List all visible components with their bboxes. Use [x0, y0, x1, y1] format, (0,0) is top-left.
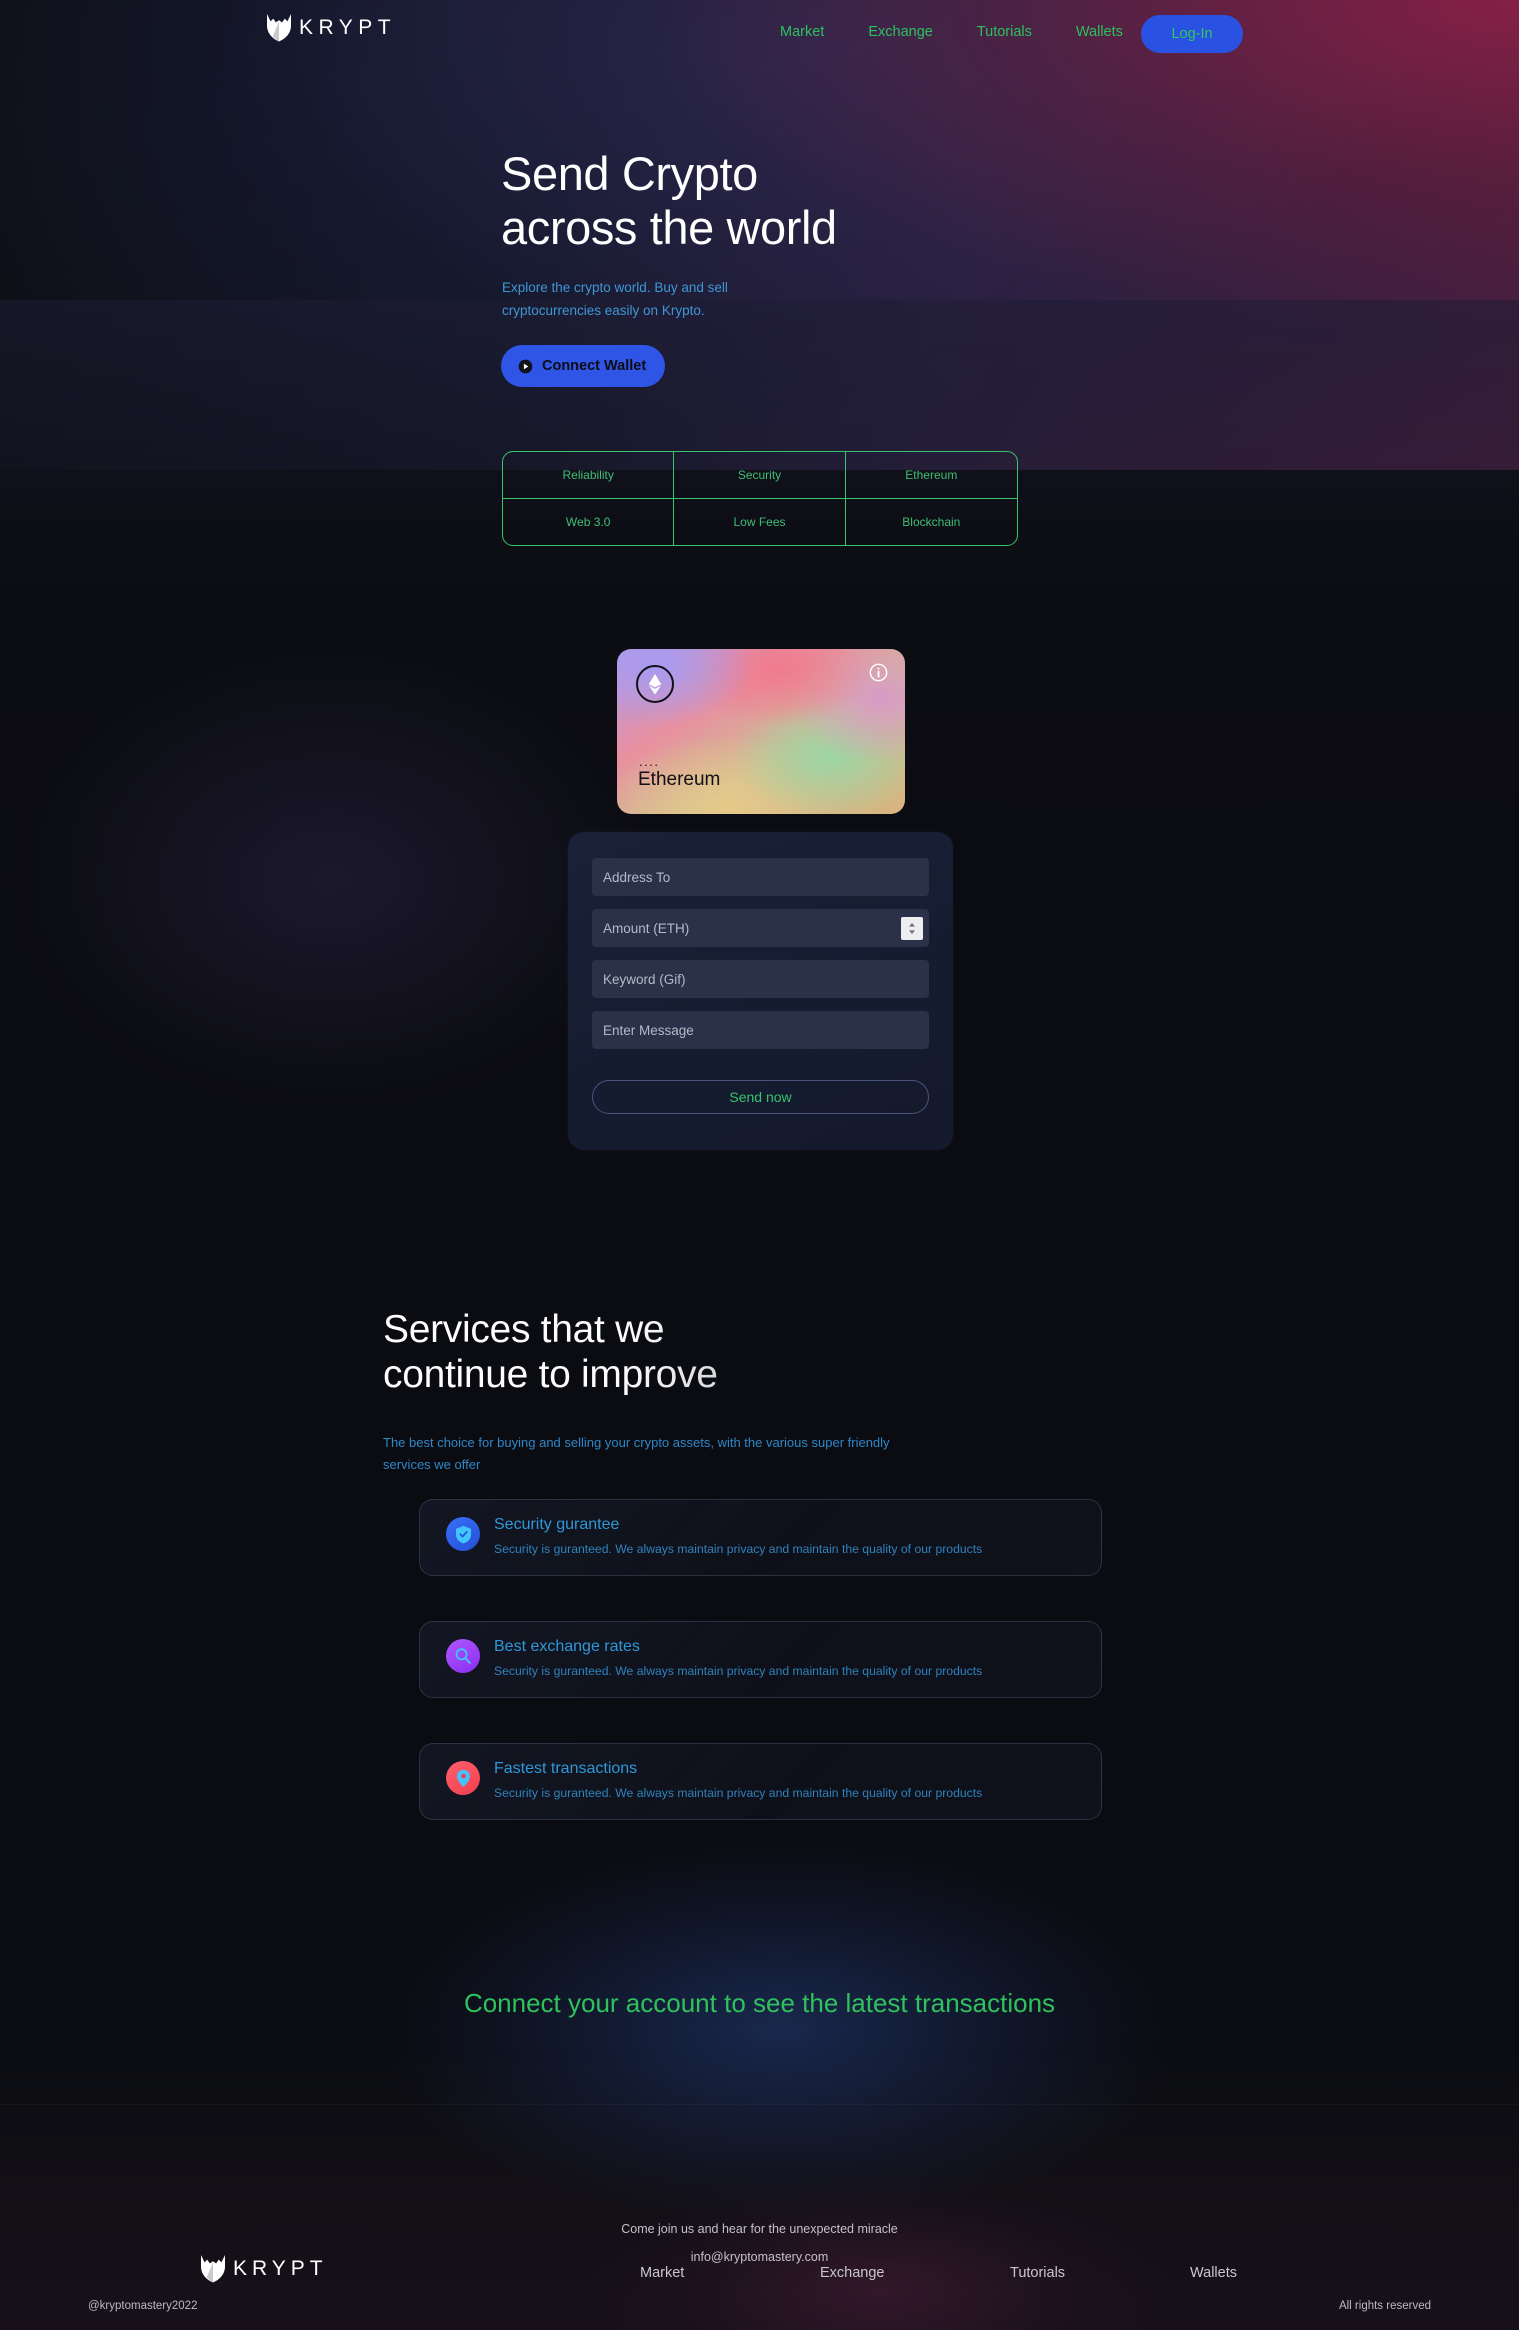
ethereum-badge	[636, 665, 674, 703]
send-transaction-form: Send now	[568, 832, 953, 1150]
service-title: Fastest transactions	[494, 1760, 638, 1777]
feature-cell-security[interactable]: Security	[674, 452, 846, 499]
nav-link-tutorials[interactable]: Tutorials	[955, 24, 1054, 40]
services-title-line-2: continue to improve	[383, 1352, 718, 1396]
service-card-security[interactable]: Security gurantee Security is guranteed.…	[419, 1499, 1102, 1576]
hero-title-line-1: Send Crypto	[501, 147, 758, 200]
amount-stepper[interactable]	[901, 917, 923, 940]
footer-copyright-left: @kryptomastery2022	[88, 2300, 198, 2312]
hero-subtitle: Explore the crypto world. Buy and sell c…	[502, 280, 728, 318]
search-magnifier-icon	[455, 1648, 471, 1664]
footer-link-wallets[interactable]: Wallets	[1190, 2265, 1237, 2281]
ethereum-card-name: Ethereum	[638, 769, 721, 790]
ethereum-diamond-icon	[648, 673, 662, 695]
navbar: KRYPT Market Exchange Tutorials Wallets …	[0, 0, 1519, 70]
service-card-body: Fastest transactions Security is gurante…	[494, 1760, 1077, 1803]
transactions-heading: Connect your account to see the latest t…	[463, 1988, 1056, 2018]
footer-copyright-right: All rights reserved	[1338, 2300, 1431, 2312]
search-magnifier-icon-wrap	[446, 1639, 480, 1673]
services-title-line-1: Services that we	[383, 1308, 665, 1351]
connect-wallet-button[interactable]: Connect Wallet	[501, 345, 665, 387]
nav-links: Market Exchange Tutorials Wallets	[758, 24, 1145, 40]
services-subtitle: The best choice for buying and selling y…	[383, 1435, 890, 1473]
krypt-mask-logo-icon	[267, 14, 291, 42]
address-to-input[interactable]	[592, 858, 929, 896]
footer-link-tutorials[interactable]: Tutorials	[1010, 2265, 1190, 2281]
service-title: Security gurantee	[494, 1516, 620, 1533]
hero-title: Send Crypto across the world	[501, 150, 1201, 251]
service-card-fastest-transactions[interactable]: Fastest transactions Security is gurante…	[419, 1743, 1102, 1820]
brand-name: KRYPT	[299, 15, 397, 39]
service-card-body: Security gurantee Security is guranteed.…	[494, 1516, 1077, 1559]
feature-cell-blockchain[interactable]: Blockchain	[846, 499, 1017, 546]
service-card-exchange-rates[interactable]: Best exchange rates Security is gurantee…	[419, 1621, 1102, 1698]
feature-cell-low-fees[interactable]: Low Fees	[674, 498, 846, 545]
feature-cell-ethereum[interactable]: Ethereum	[845, 452, 1017, 499]
service-description: Security is guranteed. We always maintai…	[494, 1664, 983, 1678]
connect-wallet-label: Connect Wallet	[542, 358, 647, 374]
feature-cell-reliability[interactable]: Reliability	[503, 452, 675, 499]
brand-logo[interactable]: KRYPT	[266, 12, 396, 42]
footer: KRYPT Market Exchange Tutorials Wallets	[0, 2110, 1519, 2330]
footer-divider	[0, 2104, 1519, 2105]
feature-cell-web30[interactable]: Web 3.0	[503, 498, 675, 545]
ethereum-card[interactable]: .... Ethereum	[617, 649, 905, 814]
nav-link-market[interactable]: Market	[758, 24, 846, 40]
service-description: Security is guranteed. We always maintai…	[494, 1786, 983, 1800]
hero-title-line-2: across the world	[501, 201, 837, 254]
send-now-button[interactable]: Send now	[592, 1080, 929, 1114]
info-circle-icon[interactable]	[869, 663, 888, 682]
service-card-body: Best exchange rates Security is gurantee…	[494, 1638, 1077, 1681]
amount-field-row	[592, 909, 929, 947]
services-title: Services that we continue to improve	[383, 1310, 1003, 1396]
footer-nav: Market Exchange Tutorials Wallets	[640, 2265, 1340, 2281]
service-title: Best exchange rates	[494, 1638, 640, 1655]
service-description: Security is guranteed. We always maintai…	[494, 1542, 983, 1556]
ethereum-masked-address: ....	[639, 754, 660, 769]
nav-link-exchange[interactable]: Exchange	[846, 24, 955, 40]
footer-email[interactable]: info@kryptomastery.com	[0, 2250, 1519, 2264]
message-input[interactable]	[592, 1011, 929, 1049]
keyword-gif-input[interactable]	[592, 960, 929, 998]
login-button[interactable]: Log-In	[1141, 15, 1243, 53]
amount-eth-input[interactable]	[592, 909, 929, 947]
spinner-arrows-icon	[909, 923, 915, 934]
footer-tagline: Come join us and hear for the unexpected…	[621, 2222, 898, 2236]
location-pin-icon-wrap	[446, 1761, 480, 1795]
footer-link-market[interactable]: Market	[640, 2265, 820, 2281]
location-pin-icon	[456, 1769, 470, 1787]
shield-check-icon	[455, 1525, 471, 1543]
play-circle-icon	[518, 359, 533, 373]
footer-link-exchange[interactable]: Exchange	[820, 2265, 1010, 2281]
feature-grid: Reliability Security Ethereum Web 3.0 Lo…	[502, 451, 1018, 546]
shield-check-icon-wrap	[446, 1517, 480, 1551]
nav-link-wallets[interactable]: Wallets	[1054, 24, 1145, 40]
